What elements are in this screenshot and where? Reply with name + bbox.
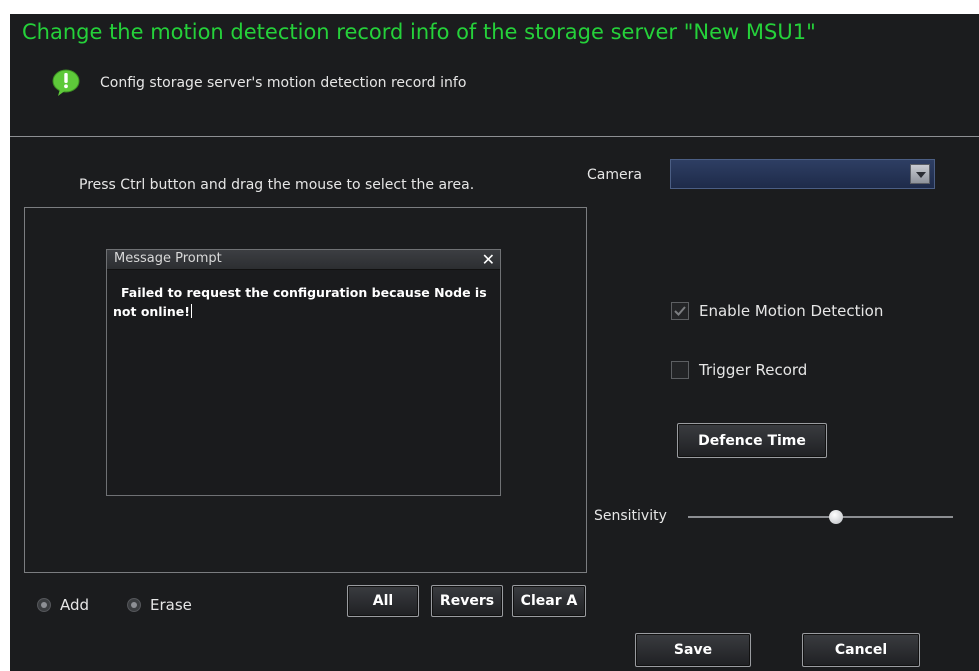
- enable-motion-detection-checkbox[interactable]: [671, 302, 689, 320]
- camera-select[interactable]: [670, 159, 935, 189]
- message-prompt-dialog: Message Prompt ✕ Failed to request the c…: [106, 249, 501, 496]
- add-radio[interactable]: [37, 598, 51, 612]
- dialog-message-text: Failed to request the configuration beca…: [113, 285, 487, 319]
- page-title: Change the motion detection record info …: [22, 20, 816, 44]
- area-hint: Press Ctrl button and drag the mouse to …: [79, 177, 475, 193]
- sensitivity-slider-thumb[interactable]: [829, 510, 843, 524]
- check-icon: [674, 306, 686, 316]
- clear-area-button[interactable]: Clear A: [512, 585, 586, 617]
- trigger-record-checkbox[interactable]: [671, 361, 689, 379]
- exclamation-bubble-icon: [51, 68, 81, 98]
- header-divider: [10, 136, 979, 137]
- save-button[interactable]: Save: [635, 633, 751, 667]
- enable-motion-detection-label: Enable Motion Detection: [699, 302, 884, 320]
- dialog-titlebar: Message Prompt ✕: [107, 250, 500, 270]
- trigger-record-label: Trigger Record: [699, 361, 808, 379]
- camera-label: Camera: [587, 167, 642, 183]
- text-caret: [190, 304, 192, 318]
- all-button[interactable]: All: [347, 585, 419, 617]
- close-icon[interactable]: ✕: [482, 250, 495, 269]
- page-subtitle: Config storage server's motion detection…: [100, 75, 467, 91]
- sensitivity-label: Sensitivity: [594, 508, 667, 524]
- erase-radio-label: Erase: [150, 596, 192, 614]
- cancel-button[interactable]: Cancel: [802, 633, 920, 667]
- dialog-title: Message Prompt: [114, 251, 222, 266]
- defence-time-button[interactable]: Defence Time: [677, 423, 827, 458]
- sensitivity-slider[interactable]: [688, 516, 953, 518]
- dialog-message: Failed to request the configuration beca…: [113, 283, 493, 321]
- chevron-down-icon[interactable]: [910, 164, 930, 184]
- erase-radio[interactable]: [127, 598, 141, 612]
- revers-button[interactable]: Revers: [431, 585, 503, 617]
- add-radio-label: Add: [60, 596, 90, 614]
